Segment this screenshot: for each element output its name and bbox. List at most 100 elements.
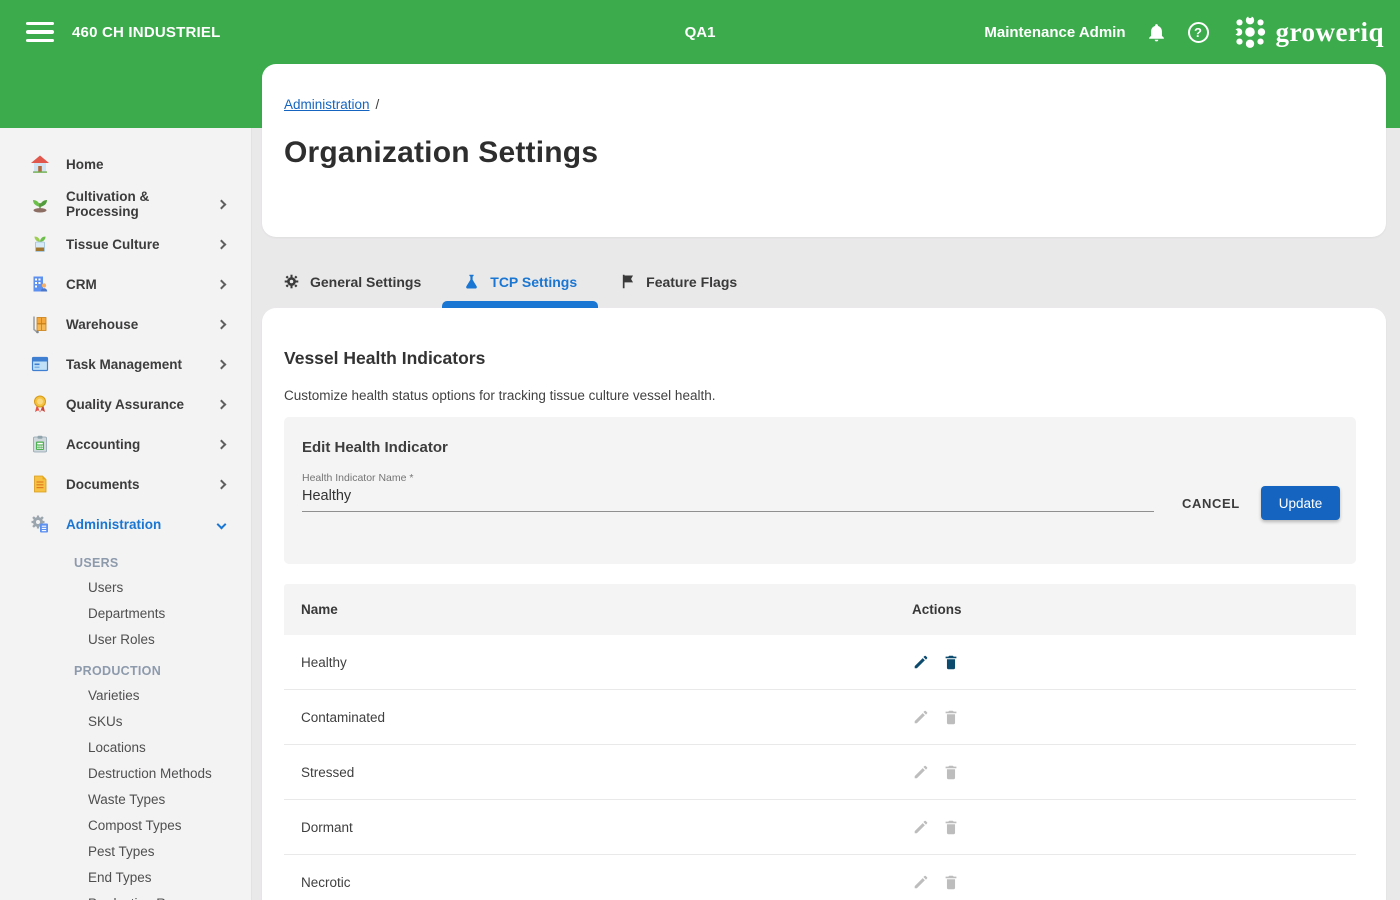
page-title: Organization Settings [284, 136, 598, 170]
sidebar-link-user-roles[interactable]: User Roles [0, 626, 251, 652]
administration-icon [30, 514, 50, 534]
update-button[interactable]: Update [1261, 486, 1340, 520]
edit-icon [912, 818, 930, 836]
section-title: Vessel Health Indicators [284, 348, 485, 369]
sidebar-link-compost-types[interactable]: Compost Types [0, 812, 251, 838]
home-icon [30, 154, 50, 174]
quality-assurance-icon [30, 394, 50, 414]
sidebar: Home Cultivation & Processing Tissue Cul… [0, 128, 252, 900]
sidebar-item-home[interactable]: Home [0, 144, 251, 184]
gear-icon [283, 273, 300, 290]
bell-icon[interactable] [1144, 19, 1170, 45]
breadcrumb: Administration/ [284, 97, 379, 112]
crm-icon [30, 274, 50, 294]
table-header-row: Name Actions [284, 584, 1356, 635]
sidebar-item-documents[interactable]: Documents [0, 464, 251, 504]
sidebar-link-departments[interactable]: Departments [0, 600, 251, 626]
row-name: Healthy [301, 655, 912, 670]
health-indicators-table: Name Actions Healthy Contaminated Stress… [284, 584, 1356, 900]
sidebar-item-accounting[interactable]: Accounting [0, 424, 251, 464]
table-row-contaminated: Contaminated [284, 690, 1356, 745]
table-row-dormant: Dormant [284, 800, 1356, 855]
page-header-card: Administration/ Organization Settings [262, 64, 1386, 237]
tissue-culture-icon [30, 234, 50, 254]
tab-feature-flags[interactable]: Feature Flags [598, 255, 758, 308]
sidebar-link-locations[interactable]: Locations [0, 734, 251, 760]
tab-general-settings[interactable]: General Settings [262, 255, 442, 308]
table-row-stressed: Stressed [284, 745, 1356, 800]
tab-tcp-settings[interactable]: TCP Settings [442, 255, 598, 308]
sidebar-item-task-management[interactable]: Task Management [0, 344, 251, 384]
task-management-icon [30, 354, 50, 374]
sidebar-item-tissue-culture[interactable]: Tissue Culture [0, 224, 251, 264]
sidebar-item-label: Quality Assurance [66, 397, 218, 412]
tab-label: General Settings [310, 274, 421, 290]
brand-name: groweriq [1276, 17, 1384, 48]
sidebar-item-label: Task Management [66, 357, 218, 372]
sidebar-link-skus[interactable]: SKUs [0, 708, 251, 734]
settings-tabbar: General Settings TCP Settings Feature Fl… [262, 255, 758, 308]
sidebar-item-label: Accounting [66, 437, 218, 452]
delete-icon [942, 708, 960, 726]
sidebar-item-label: Cultivation & Processing [66, 189, 218, 219]
groweriq-logo: groweriq [1233, 15, 1384, 49]
tab-label: TCP Settings [490, 274, 577, 290]
delete-icon [942, 763, 960, 781]
sidebar-item-quality-assurance[interactable]: Quality Assurance [0, 384, 251, 424]
edit-icon [912, 763, 930, 781]
row-name: Stressed [301, 765, 912, 780]
delete-icon [942, 873, 960, 891]
chevron-right-icon [217, 359, 227, 369]
sidebar-link-end-types[interactable]: End Types [0, 864, 251, 890]
chevron-right-icon [217, 239, 227, 249]
sidebar-link-pest-types[interactable]: Pest Types [0, 838, 251, 864]
flag-icon [619, 273, 636, 290]
sidebar-link-varieties[interactable]: Varieties [0, 682, 251, 708]
site-name: 460 CH INDUSTRIEL [72, 24, 220, 41]
environment-label: QA1 [685, 24, 716, 41]
chevron-right-icon [217, 479, 227, 489]
sidebar-section-users: USERS [0, 551, 251, 574]
sidebar-item-label: Administration [66, 517, 218, 532]
help-icon[interactable]: ? [1188, 22, 1209, 43]
menu-icon[interactable] [26, 22, 54, 42]
sidebar-link-destruction-methods[interactable]: Destruction Methods [0, 760, 251, 786]
sidebar-link-waste-types[interactable]: Waste Types [0, 786, 251, 812]
sidebar-item-label: Documents [66, 477, 218, 492]
health-indicator-name-label: Health Indicator Name * [302, 472, 413, 484]
sidebar-item-warehouse[interactable]: Warehouse [0, 304, 251, 344]
cultivation-icon [30, 194, 50, 214]
chevron-down-icon [217, 519, 227, 529]
edit-health-indicator-form: Edit Health Indicator Health Indicator N… [284, 417, 1356, 564]
user-menu[interactable]: Maintenance Admin [984, 24, 1125, 41]
sidebar-link-users[interactable]: Users [0, 574, 251, 600]
row-name: Dormant [301, 820, 912, 835]
sidebar-item-label: Home [66, 157, 227, 172]
sidebar-item-crm[interactable]: CRM [0, 264, 251, 304]
topbar: 460 CH INDUSTRIEL QA1 Maintenance Admin … [0, 0, 1400, 64]
warehouse-icon [30, 314, 50, 334]
logo-mark [1233, 15, 1267, 49]
delete-icon[interactable] [942, 653, 960, 671]
sidebar-link-production-runs[interactable]: Production Runs [0, 890, 251, 900]
column-header-name: Name [301, 602, 912, 617]
edit-icon [912, 873, 930, 891]
chevron-right-icon [217, 319, 227, 329]
cancel-button[interactable]: CANCEL [1182, 496, 1240, 511]
chevron-right-icon [217, 279, 227, 289]
flask-icon [463, 273, 480, 290]
chevron-right-icon [217, 199, 227, 209]
chevron-right-icon [217, 439, 227, 449]
edit-icon[interactable] [912, 653, 930, 671]
breadcrumb-administration-link[interactable]: Administration [284, 97, 370, 112]
sidebar-item-label: Tissue Culture [66, 237, 218, 252]
sidebar-item-cultivation-processing[interactable]: Cultivation & Processing [0, 184, 251, 224]
row-name: Necrotic [301, 875, 912, 890]
chevron-right-icon [217, 399, 227, 409]
health-indicator-name-input[interactable]: Healthy [302, 488, 1154, 512]
tab-label: Feature Flags [646, 274, 737, 290]
table-row-healthy: Healthy [284, 635, 1356, 690]
form-title: Edit Health Indicator [302, 439, 448, 456]
sidebar-item-administration[interactable]: Administration [0, 504, 251, 544]
documents-icon [30, 474, 50, 494]
